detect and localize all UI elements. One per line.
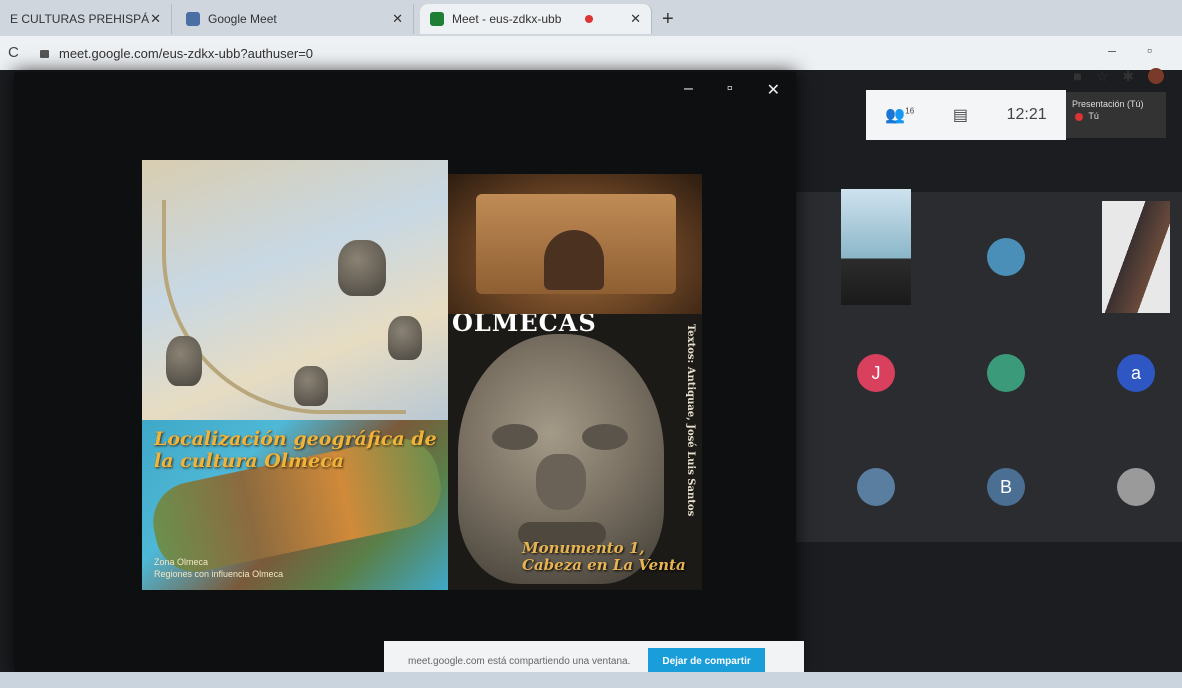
presentation-tile[interactable]: Presentación (Tú) Tú (1066, 92, 1166, 138)
participant-avatar (857, 468, 895, 506)
close-icon[interactable]: ✕ (392, 11, 403, 27)
sharing-message: meet.google.com está compartiendo una ve… (408, 655, 631, 667)
olmec-head-image (338, 240, 386, 296)
window-controls[interactable]: – ▫ (1108, 42, 1152, 58)
participant-tile[interactable]: J (816, 318, 936, 428)
map-image (142, 160, 448, 420)
participant-grid: J a B (796, 189, 1182, 542)
clock-time: 12:21 (1006, 106, 1047, 123)
profile-avatar[interactable] (1148, 68, 1164, 84)
meet-favicon-icon (430, 12, 444, 26)
participant-tile[interactable] (816, 189, 936, 305)
meet-favicon-icon (186, 12, 200, 26)
tab-label: E CULTURAS PREHISPÁ (10, 12, 150, 26)
legend-zone: Zona Olmeca (154, 557, 209, 567)
olmec-head-image (294, 366, 328, 406)
you-label: Tú (1088, 111, 1099, 121)
puzzle-icon[interactable]: ✱ (1122, 68, 1134, 85)
participants-count: 16 (905, 106, 915, 116)
presenting-label: Presentación (Tú) (1072, 99, 1144, 109)
participant-avatar (1117, 468, 1155, 506)
participant-video (841, 189, 911, 305)
slide-content: Localización geográfica de la cultura Ol… (142, 160, 702, 590)
altar-figure (544, 230, 604, 290)
map-title: Localización geográfica de la cultura Ol… (154, 428, 437, 472)
bookmark-star-icon[interactable]: ☆ (1096, 68, 1109, 85)
side-credit: Textos: Antiquae, José Luis Santos (685, 324, 696, 517)
tab-label: Meet - eus-zdkx-ubb (452, 12, 562, 26)
participant-tile[interactable] (946, 318, 1066, 428)
tab-label: Google Meet (208, 12, 277, 26)
camera-ext-icon[interactable]: ■ (1073, 68, 1081, 85)
head-nose (536, 454, 586, 510)
legend-influence: Regiones con influencia Olmeca (154, 569, 284, 579)
slide-heading: OLMECAS (452, 314, 597, 337)
minimize-icon[interactable]: – (684, 80, 693, 100)
tab-bar: E CULTURAS PREHISPÁ ✕ Google Meet ✕ Meet… (0, 0, 1182, 36)
address-bar: meet.google.com/eus-zdkx-ubb?authuser=0 (0, 36, 1182, 70)
url-field[interactable]: meet.google.com/eus-zdkx-ubb?authuser=0 (40, 41, 1050, 65)
lock-icon (40, 50, 49, 58)
popup-window-controls: – ▫ ✕ (684, 80, 780, 100)
participant-avatar: a (1117, 354, 1155, 392)
recording-dot-icon (585, 15, 594, 23)
participant-avatar: J (857, 354, 895, 392)
participant-video (1102, 201, 1170, 313)
monument-caption: Monumento 1, Cabeza en La Venta (522, 539, 686, 574)
colossal-head-photo: OLMECAS Textos: Antiquae, José Luis Sant… (448, 314, 702, 590)
participant-avatar: B (987, 468, 1025, 506)
close-icon[interactable]: ✕ (150, 11, 161, 27)
new-tab-button[interactable]: + (662, 8, 674, 31)
close-icon[interactable]: ✕ (767, 80, 780, 100)
stop-sharing-button[interactable]: Dejar de compartir (648, 647, 765, 675)
presentation-window: – ▫ ✕ Localización geográfica de la cult… (14, 72, 796, 676)
tab-meet-active[interactable]: Meet - eus-zdkx-ubb ✕ (420, 4, 652, 34)
url-text: meet.google.com/eus-zdkx-ubb?authuser=0 (59, 45, 314, 61)
participants-button[interactable]: 👥16 (885, 105, 914, 125)
reload-icon[interactable]: C (8, 44, 19, 61)
participant-tile[interactable]: a (1076, 318, 1182, 428)
meet-top-bar: 👥16 ▤ 12:21 (866, 90, 1066, 140)
altar-photo (448, 174, 702, 314)
head-eye (492, 424, 538, 450)
olmec-statue-image (166, 336, 202, 386)
participant-tile[interactable] (1076, 432, 1182, 542)
olmec-statue-image (388, 316, 422, 360)
participant-tile[interactable]: B (946, 432, 1066, 542)
chat-icon[interactable]: ▤ (953, 105, 968, 125)
os-taskbar (0, 672, 1182, 688)
participant-tile[interactable] (1076, 201, 1182, 313)
mic-off-icon (1075, 112, 1083, 121)
participant-tile[interactable] (816, 432, 936, 542)
tab-culturas[interactable]: E CULTURAS PREHISPÁ ✕ (0, 4, 172, 34)
close-icon[interactable]: ✕ (630, 11, 641, 27)
extension-icons: ■ ☆ ✱ (1073, 68, 1164, 85)
location-map: Localización geográfica de la cultura Ol… (142, 420, 448, 590)
maximize-icon[interactable]: ▫ (727, 80, 733, 100)
participant-avatar (987, 354, 1025, 392)
participant-avatar (987, 238, 1025, 276)
participant-tile[interactable] (946, 202, 1066, 312)
map-legend: Zona Olmeca Regiones con influencia Olme… (154, 556, 283, 580)
head-eye (582, 424, 628, 450)
tab-google-meet[interactable]: Google Meet ✕ (176, 4, 414, 34)
